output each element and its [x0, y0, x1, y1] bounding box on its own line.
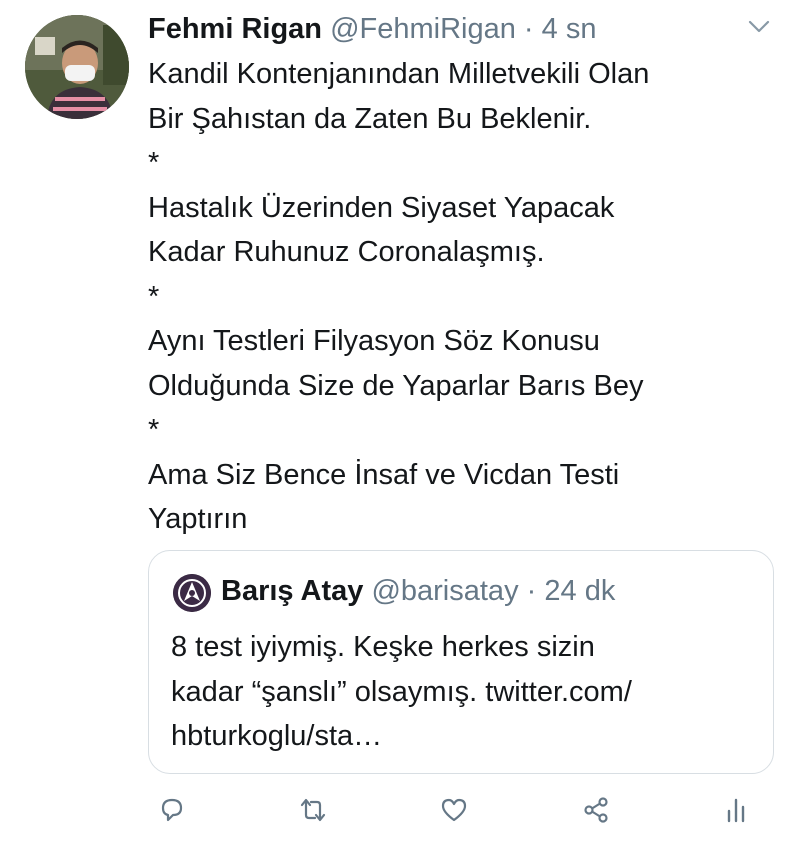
tweet-line: * [148, 414, 160, 446]
quote-author-avatar [173, 574, 211, 612]
tweet-line: * [148, 280, 160, 313]
like-icon[interactable] [434, 790, 474, 830]
quoted-tweet-card[interactable]: Barış Atay @barisatay · 24 dk 8 test iyi… [148, 550, 774, 774]
separator-dot: · [523, 13, 534, 45]
tweet-line: Ama Siz Bence İnsaf ve Vicdan Testi [148, 458, 620, 491]
tweet-line: Aynı Testleri Filyasyon Söz Konusu [148, 325, 600, 357]
quote-author-name: Barış Atay [221, 575, 364, 607]
analytics-icon[interactable] [716, 790, 756, 830]
quote-timestamp: 24 dk [544, 575, 616, 607]
quote-separator-dot: · [526, 575, 537, 607]
tweet-header: Fehmi Rigan @FehmiRigan · 4 sn [148, 10, 596, 48]
tweet-line: Bir Şahıstan da Zaten Bu Beklenir. [148, 102, 592, 135]
tweet-action-bar [0, 790, 800, 840]
tweet-text: Kandil Kontenjanından Milletvekili Olan … [148, 52, 768, 542]
share-icon[interactable] [576, 790, 616, 830]
quote-avatar-logo [173, 574, 211, 612]
author-name[interactable]: Fehmi Rigan [148, 13, 322, 45]
tweet-line: Olduğunda Size de Yaparlar Barıs Bey [148, 369, 644, 402]
tweet-line: * [148, 147, 160, 179]
tweet-line: Yaptırın [148, 503, 248, 535]
reply-icon[interactable] [152, 790, 192, 830]
tweet-line: Hastalık Üzerinden Siyaset Yapacak [148, 191, 615, 224]
author-handle[interactable]: @FehmiRigan [330, 13, 516, 45]
quote-line: hbturkoglu/sta… [171, 720, 383, 752]
tweet-timestamp[interactable]: 4 sn [542, 13, 597, 45]
quote-author-handle: @barisatay [371, 575, 519, 607]
avatar-photo [25, 15, 129, 119]
quote-line: 8 test iyiymiş. Keşke herkes sizin [171, 631, 595, 663]
quote-line: kadar “şanslı” olsaymış. twitter.com/ [171, 675, 632, 708]
quote-text: 8 test iyiymiş. Keşke herkes sizin kadar… [171, 625, 761, 759]
author-avatar[interactable] [25, 15, 129, 119]
tweet-line: Kadar Ruhunuz Coronalaşmış. [148, 236, 545, 268]
chevron-down-icon[interactable] [748, 20, 770, 34]
tweet-line: Kandil Kontenjanından Milletvekili Olan [148, 58, 650, 90]
quote-header: Barış Atay @barisatay · 24 dk [221, 571, 615, 611]
retweet-icon[interactable] [293, 790, 333, 830]
